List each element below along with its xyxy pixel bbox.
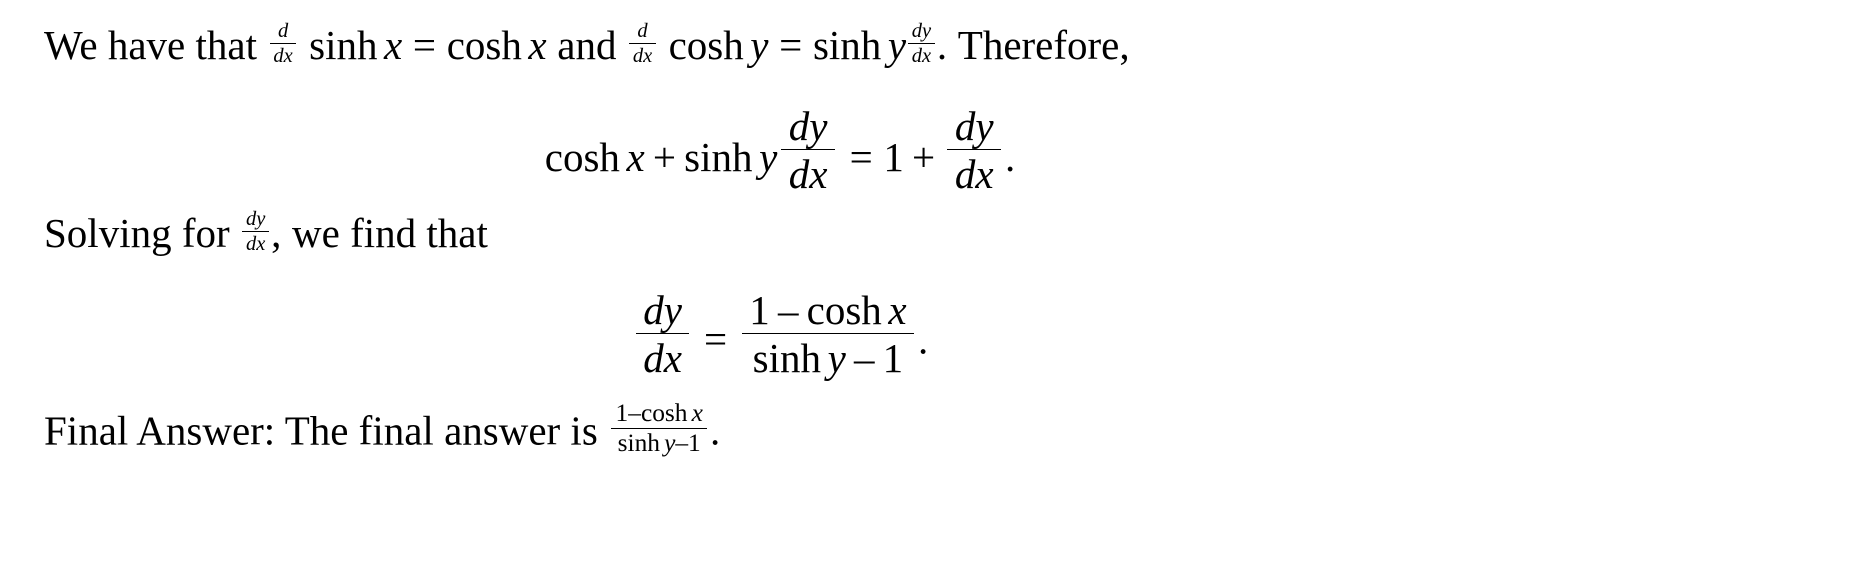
number-one: 1 <box>749 287 770 333</box>
final-answer-label: Final Answer: The final answer is <box>44 407 598 454</box>
number-one: 1 <box>615 399 629 427</box>
punctuation-period: . <box>1004 133 1016 180</box>
operator-cosh: cosh <box>806 287 882 333</box>
paragraph-final-answer: Final Answer: The final answer is 1–cosh x… <box>44 399 721 458</box>
operator-sinh: sinh <box>812 22 882 69</box>
relation-equals: = <box>704 316 728 363</box>
fraction-d-dx: d dx <box>269 20 297 67</box>
fraction-numerator: dy <box>643 287 682 333</box>
fraction-numerator: dy <box>954 103 994 149</box>
punctuation-period: . <box>918 316 929 363</box>
relation-equals: = <box>849 133 873 180</box>
variable-x: x <box>528 22 547 69</box>
variable-x: x <box>691 399 703 427</box>
operator-cosh: cosh <box>668 22 744 69</box>
variable-y: y <box>759 133 778 180</box>
operator-sinh: sinh <box>309 22 378 69</box>
operator-minus: – <box>628 399 641 427</box>
text-lead: We have that <box>44 22 257 69</box>
fraction-denominator: dx <box>635 333 690 380</box>
fraction-denominator: dx <box>908 42 935 67</box>
display-equation-2: dy dx = 1– cosh x sinh y –1. <box>0 288 1560 380</box>
text-lead: Solving for <box>44 210 230 257</box>
operator-cosh: cosh <box>640 399 688 427</box>
variable-x: x <box>384 22 403 69</box>
equation-body: dy dx = 1– cosh x sinh y –1. <box>632 287 929 382</box>
operator-plus: + <box>652 133 676 180</box>
variable-y: y <box>887 22 907 69</box>
fraction-numerator: 1–coshx <box>611 399 707 428</box>
display-equation-1: cosh x + sinh y dy dx = 1 + dy dx. <box>0 103 1560 197</box>
operator-plus: + <box>912 133 936 180</box>
text-and: and <box>557 22 617 69</box>
fraction-numerator: d <box>637 20 648 42</box>
operator-minus: – <box>853 335 875 382</box>
operator-minus: – <box>675 429 689 458</box>
fraction-dy-dx: dy dx <box>781 103 835 196</box>
fraction-denominator: dx <box>629 42 656 67</box>
number-one: 1 <box>883 133 904 180</box>
variable-y: y <box>750 22 769 69</box>
fraction-dy-dx: dy dx <box>908 20 935 67</box>
fraction-denominator: dx <box>269 42 297 67</box>
operator-cosh: cosh <box>544 133 620 180</box>
variable-y: y <box>827 335 846 382</box>
fraction-numerator: dy <box>911 20 932 42</box>
text-therefore: Therefore, <box>957 22 1130 69</box>
fraction-denominator: sinhy–1 <box>610 428 708 458</box>
variable-x: x <box>626 133 645 180</box>
operator-sinh: sinh <box>752 335 822 382</box>
fraction-numerator: 1–coshx <box>742 288 914 333</box>
fraction-denominator: dx <box>781 149 835 196</box>
fraction-dy-dx: dy dx <box>242 208 270 255</box>
fraction-final-answer: 1–cosh x sinh y–1 <box>610 399 708 458</box>
fraction-numerator: d <box>277 20 289 42</box>
fraction-numerator: dy <box>246 208 266 230</box>
paragraph-we-have-that: We have that d dx sinh x = cosh x and d dx cosh y = si… <box>44 20 1130 67</box>
fraction-denominator: dx <box>242 230 270 255</box>
relation-equals: = <box>412 22 437 69</box>
text-tail: we find that <box>292 210 488 257</box>
fraction-numerator: dy <box>788 103 828 149</box>
number-one: 1 <box>882 335 904 382</box>
fraction-denominator: dx <box>947 149 1001 196</box>
operator-sinh: sinh <box>684 133 753 180</box>
relation-equals: = <box>779 22 803 69</box>
fraction-result: 1– cosh x sinh y –1 <box>741 288 914 382</box>
fraction-dy-dx: dy dx <box>635 287 690 380</box>
number-one: 1 <box>688 429 701 458</box>
operator-minus: – <box>777 287 799 333</box>
operator-cosh: cosh <box>446 22 522 69</box>
fraction-dy-dx: dy dx <box>947 103 1001 196</box>
fraction-denominator: sinhy–1 <box>741 333 914 382</box>
paragraph-solving-for: Solving for dy dx, we find that <box>44 208 488 255</box>
punctuation-period: . <box>936 22 948 69</box>
punctuation-period: . <box>709 407 721 454</box>
variable-x: x <box>888 287 907 333</box>
equation-body: cosh x + sinh y dy dx = 1 + dy dx. <box>544 103 1016 197</box>
variable-y: y <box>664 429 676 458</box>
document-page: We have that d dx sinh x = cosh x and d dx cosh y = si… <box>0 0 1854 567</box>
fraction-d-dx: d dx <box>629 20 656 67</box>
punctuation-comma: , <box>271 210 282 257</box>
operator-sinh: sinh <box>617 429 660 458</box>
